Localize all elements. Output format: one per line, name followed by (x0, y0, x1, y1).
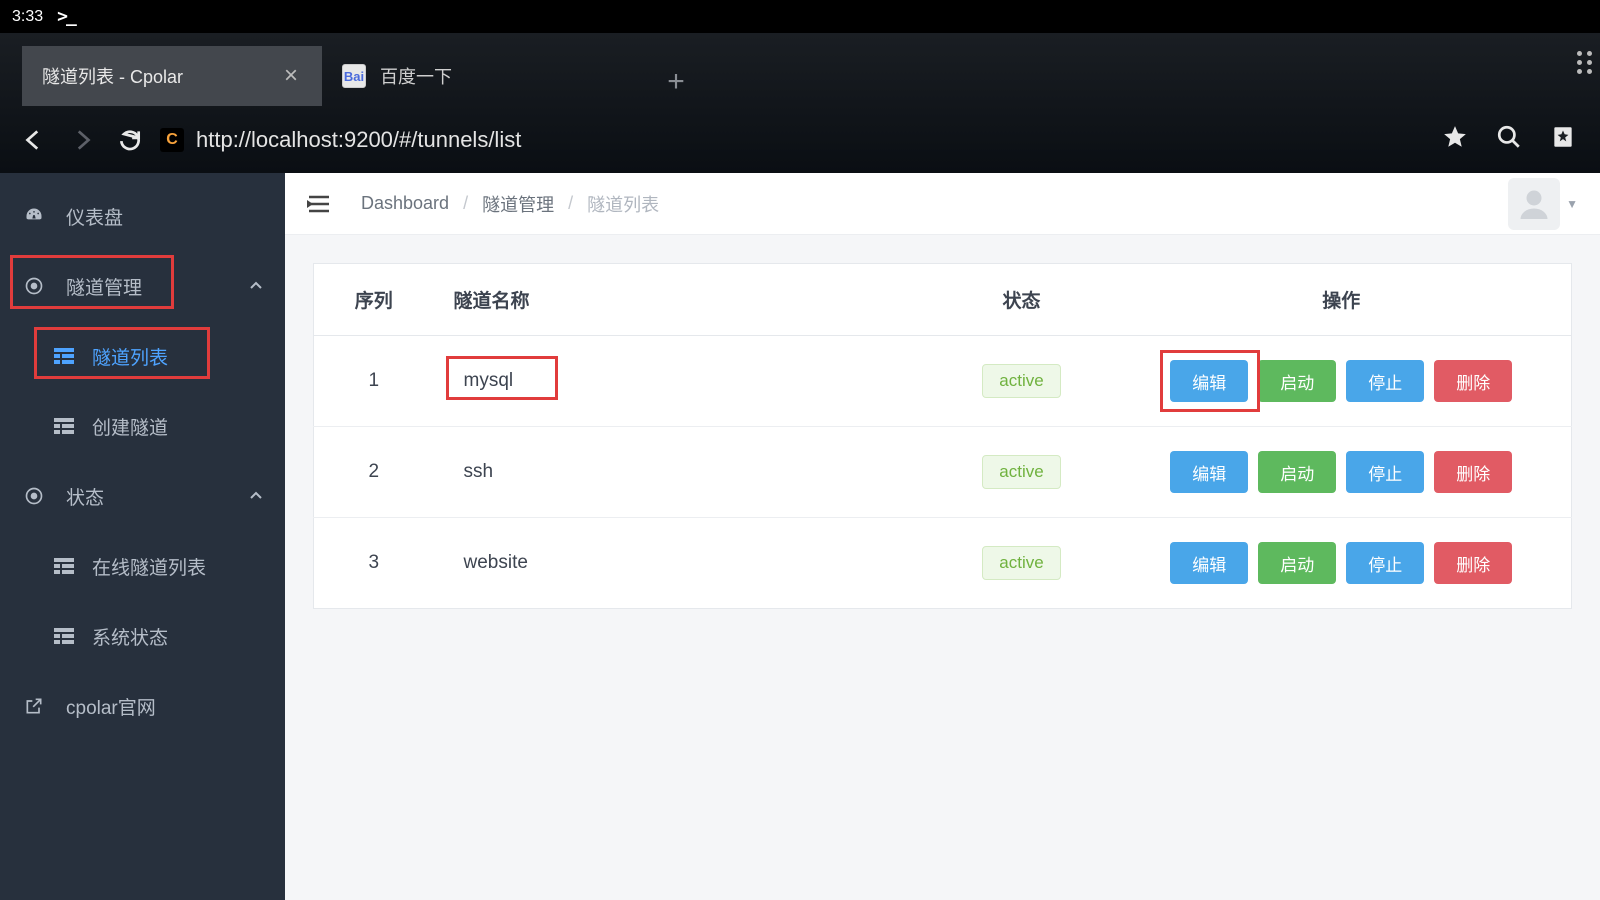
baidu-favicon: Bai (342, 64, 366, 88)
chevron-up-icon (249, 275, 263, 297)
tab-strip: 隧道列表 - Cpolar × Bai 百度一下 + (0, 33, 1600, 106)
sidebar-item-label: cpolar官网 (66, 693, 156, 720)
sidebar-item-online-tunnels[interactable]: 在线隧道列表 (0, 531, 285, 601)
star-icon[interactable] (1442, 124, 1468, 155)
content: 序列 隧道名称 状态 操作 1 mysql active 编辑 (285, 235, 1600, 637)
sidebar-item-status[interactable]: 状态 (0, 461, 285, 531)
stop-button[interactable]: 停止 (1346, 360, 1424, 402)
edit-button[interactable]: 编辑 (1170, 542, 1248, 584)
cell-index: 2 (314, 427, 434, 518)
cell-status: active (932, 336, 1112, 427)
new-tab-button[interactable]: + (652, 58, 700, 106)
external-link-icon (24, 696, 46, 716)
sidebar-item-label: 创建隧道 (92, 413, 168, 440)
grid-icon (54, 346, 74, 366)
forward-button[interactable] (58, 116, 106, 164)
browser-tab-active[interactable]: 隧道列表 - Cpolar × (22, 46, 322, 106)
target-icon (24, 486, 46, 506)
cell-index: 1 (314, 336, 434, 427)
sidebar-item-official-site[interactable]: cpolar官网 (0, 671, 285, 741)
avatar[interactable] (1508, 178, 1560, 230)
grid-icon (54, 556, 74, 576)
tunnel-table: 序列 隧道名称 状态 操作 1 mysql active 编辑 (313, 263, 1572, 609)
start-button[interactable]: 启动 (1258, 451, 1336, 493)
close-icon[interactable]: × (280, 62, 302, 90)
grid-icon (54, 626, 74, 646)
edit-button[interactable]: 编辑 (1170, 360, 1248, 402)
sidebar-item-label: 仪表盘 (66, 203, 123, 230)
sidebar-item-system-status[interactable]: 系统状态 (0, 601, 285, 671)
edit-button[interactable]: 编辑 (1170, 451, 1248, 493)
browser-chrome: 隧道列表 - Cpolar × Bai 百度一下 + C http://loca… (0, 33, 1600, 173)
table-row: 1 mysql active 编辑 启动 停止 删除 (314, 336, 1572, 427)
cell-ops: 编辑 启动 停止 删除 (1112, 427, 1572, 518)
th-ops: 操作 (1112, 264, 1572, 336)
app-frame: 仪表盘 隧道管理 隧道列表 创建隧道 状态 在线隧道列表 系统状态 (0, 173, 1600, 900)
site-favicon: C (160, 128, 184, 152)
terminal-icon: >_ (57, 6, 75, 27)
sidebar-item-label: 状态 (66, 483, 104, 510)
start-button[interactable]: 启动 (1258, 542, 1336, 584)
sidebar-item-tunnel-list[interactable]: 隧道列表 (0, 321, 285, 391)
start-button[interactable]: 启动 (1258, 360, 1336, 402)
cell-status: active (932, 427, 1112, 518)
cell-ops: 编辑 启动 停止 删除 (1112, 336, 1572, 427)
cell-status: active (932, 518, 1112, 609)
th-index: 序列 (314, 264, 434, 336)
highlight-box (446, 356, 558, 400)
url-field[interactable]: http://localhost:9200/#/tunnels/list (196, 127, 1442, 153)
table-header-row: 序列 隧道名称 状态 操作 (314, 264, 1572, 336)
sidebar-item-tunnel-manage[interactable]: 隧道管理 (0, 251, 285, 321)
sidebar-item-dashboard[interactable]: 仪表盘 (0, 181, 285, 251)
dashboard-icon (24, 206, 46, 226)
menu-toggle-icon[interactable] (307, 194, 331, 214)
chevron-up-icon (249, 485, 263, 507)
sidebar-item-label: 隧道列表 (92, 343, 168, 370)
browser-menu-icon[interactable] (1577, 51, 1582, 74)
reload-button[interactable] (106, 116, 154, 164)
grid-icon (54, 416, 74, 436)
th-name: 隧道名称 (434, 264, 932, 336)
delete-button[interactable]: 删除 (1434, 451, 1512, 493)
status-badge: active (982, 364, 1060, 398)
cell-name: website (434, 518, 932, 609)
sidebar-item-create-tunnel[interactable]: 创建隧道 (0, 391, 285, 461)
cell-name: ssh (434, 427, 932, 518)
status-badge: active (982, 455, 1060, 489)
cell-name: mysql (434, 336, 932, 427)
breadcrumb-item[interactable]: Dashboard (361, 193, 449, 214)
breadcrumb: Dashboard / 隧道管理 / 隧道列表 (361, 191, 659, 217)
browser-tab-inactive[interactable]: Bai 百度一下 (322, 46, 642, 106)
caret-down-icon[interactable]: ▼ (1566, 197, 1578, 211)
sidebar-item-label: 隧道管理 (66, 273, 142, 300)
status-time: 3:33 (12, 8, 43, 26)
stop-button[interactable]: 停止 (1346, 542, 1424, 584)
target-icon (24, 276, 46, 296)
delete-button[interactable]: 删除 (1434, 542, 1512, 584)
stop-button[interactable]: 停止 (1346, 451, 1424, 493)
main-area: Dashboard / 隧道管理 / 隧道列表 ▼ 序列 隧道名称 状态 操作 (285, 173, 1600, 900)
bookmark-icon[interactable] (1550, 124, 1576, 155)
delete-button[interactable]: 删除 (1434, 360, 1512, 402)
topbar: Dashboard / 隧道管理 / 隧道列表 ▼ (285, 173, 1600, 235)
tab-title: 百度一下 (380, 63, 622, 89)
cell-index: 3 (314, 518, 434, 609)
table-row: 3 website active 编辑 启动 停止 删除 (314, 518, 1572, 609)
sidebar: 仪表盘 隧道管理 隧道列表 创建隧道 状态 在线隧道列表 系统状态 (0, 173, 285, 900)
status-badge: active (982, 546, 1060, 580)
table-row: 2 ssh active 编辑 启动 停止 删除 (314, 427, 1572, 518)
sidebar-item-label: 系统状态 (92, 623, 168, 650)
cell-ops: 编辑 启动 停止 删除 (1112, 518, 1572, 609)
device-status-bar: 3:33 >_ (0, 0, 1600, 33)
sidebar-item-label: 在线隧道列表 (92, 553, 206, 580)
search-icon[interactable] (1496, 124, 1522, 155)
breadcrumb-current: 隧道列表 (587, 191, 659, 217)
th-status: 状态 (932, 264, 1112, 336)
back-button[interactable] (10, 116, 58, 164)
breadcrumb-item[interactable]: 隧道管理 (482, 191, 554, 217)
tab-title: 隧道列表 - Cpolar (42, 63, 266, 89)
address-bar: C http://localhost:9200/#/tunnels/list (0, 106, 1600, 173)
